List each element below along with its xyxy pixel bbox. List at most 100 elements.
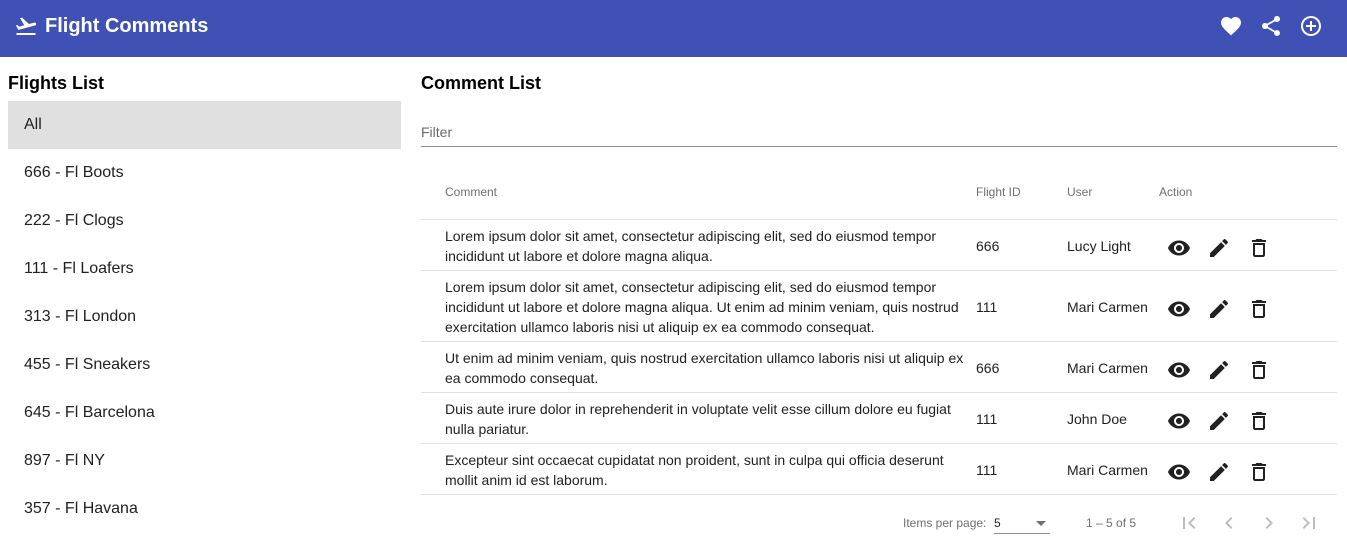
last-page-icon — [1302, 517, 1315, 529]
delete-icon — [1252, 238, 1266, 257]
table-row[interactable]: Excepteur sint occaecat cupidatat non pr… — [421, 444, 1337, 495]
flight-id-cell: 666 — [976, 237, 1000, 254]
flight-list-item[interactable]: 666 - Fl Boots — [8, 149, 401, 197]
comment-cell: Duis aute irure dolor in reprehenderit i… — [445, 399, 970, 439]
first-page-button[interactable] — [1177, 511, 1201, 535]
comment-line: Lorem ipsum dolor sit amet, consectetur … — [445, 278, 937, 295]
user-cell: John Doe — [1067, 410, 1127, 427]
add-circle-icon — [1301, 16, 1321, 36]
flight-id-cell: 111 — [976, 410, 998, 427]
delete-button[interactable] — [1247, 460, 1271, 484]
table-row[interactable]: Duis aute irure dolor in reprehenderit i… — [421, 393, 1337, 444]
next-page-button[interactable] — [1257, 511, 1281, 535]
user-cell: Mari Carmen — [1067, 461, 1148, 478]
filter-input[interactable] — [421, 117, 1337, 147]
table-row[interactable]: Lorem ipsum dolor sit amet, consectetur … — [421, 220, 1337, 271]
last-page-button[interactable] — [1297, 511, 1321, 535]
next-page-icon — [1265, 517, 1273, 529]
comment-cell: Excepteur sint occaecat cupidatat non pr… — [445, 450, 970, 490]
comments-table: Comment Flight ID User Action Lorem ipsu… — [421, 164, 1337, 495]
delete-icon — [1252, 299, 1266, 318]
table-row[interactable]: Ut enim ad minim veniam, quis nostrud ex… — [421, 342, 1337, 393]
visibility-icon — [1168, 464, 1190, 479]
page-range-label: 1 – 5 of 5 — [1086, 516, 1137, 530]
view-button[interactable] — [1167, 358, 1191, 382]
view-button[interactable] — [1167, 460, 1191, 484]
column-header-action: Action — [1159, 185, 1193, 199]
flight-id-cell: 666 — [976, 359, 1000, 376]
visibility-icon — [1168, 362, 1190, 377]
comment-line: incididunt ut labore et dolore magna ali… — [445, 247, 713, 264]
edit-button[interactable] — [1207, 460, 1231, 484]
view-button[interactable] — [1167, 236, 1191, 260]
add-button[interactable] — [1299, 14, 1323, 38]
delete-icon — [1252, 411, 1266, 430]
visibility-icon — [1168, 413, 1190, 428]
edit-icon — [1210, 462, 1229, 481]
delete-button[interactable] — [1247, 236, 1271, 260]
comment-cell: Lorem ipsum dolor sit amet, consectetur … — [445, 226, 970, 266]
edit-icon — [1210, 238, 1229, 257]
comment-line: exercitation ullamco laboris nisi ut ali… — [445, 318, 875, 335]
comment-line: ea commodo consequat. — [445, 369, 599, 386]
column-header-flight-id[interactable]: Flight ID — [976, 185, 1021, 199]
share-icon — [1262, 16, 1280, 36]
page-size-value: 5 — [994, 516, 1001, 530]
table-body: Lorem ipsum dolor sit amet, consectetur … — [421, 220, 1337, 495]
comment-cell: Ut enim ad minim veniam, quis nostrud ex… — [445, 348, 970, 388]
delete-button[interactable] — [1247, 358, 1271, 382]
comment-line: mollit anim id est laborum. — [445, 471, 608, 488]
comment-cell: Lorem ipsum dolor sit amet, consectetur … — [445, 277, 970, 337]
flight-list-item[interactable]: All — [8, 101, 401, 149]
table-row[interactable]: Lorem ipsum dolor sit amet, consectetur … — [421, 271, 1337, 342]
flight-id-cell: 111 — [976, 461, 998, 478]
dropdown-arrow-icon — [1036, 521, 1046, 526]
flight-list-item[interactable]: 645 - Fl Barcelona — [8, 389, 401, 437]
app-toolbar: Flight Comments — [0, 0, 1347, 57]
items-per-page-label: Items per page: — [903, 516, 987, 530]
comment-line: nulla pariatur. — [445, 420, 530, 437]
flight-list-item[interactable]: 111 - Fl Loafers — [8, 245, 401, 293]
favorite-icon — [1221, 17, 1241, 36]
comment-line: incididunt ut labore et dolore magna ali… — [445, 298, 959, 315]
view-button[interactable] — [1167, 409, 1191, 433]
flight-list-item[interactable]: 455 - Fl Sneakers — [8, 341, 401, 389]
flight-list-item[interactable]: 357 - Fl Havana — [8, 485, 401, 533]
delete-button[interactable] — [1247, 409, 1271, 433]
paginator: Items per page: 5 1 – 5 of 5 — [421, 496, 1337, 549]
flight-list-item[interactable]: 222 - Fl Clogs — [8, 197, 401, 245]
comment-line: Lorem ipsum dolor sit amet, consectetur … — [445, 227, 937, 244]
comment-line: Duis aute irure dolor in reprehenderit i… — [445, 400, 951, 417]
comment-line: Ut enim ad minim veniam, quis nostrud ex… — [445, 349, 964, 366]
comment-line: Excepteur sint occaecat cupidatat non pr… — [445, 451, 944, 468]
edit-icon — [1210, 411, 1229, 430]
table-header: Comment Flight ID User Action — [421, 164, 1337, 220]
edit-button[interactable] — [1207, 409, 1231, 433]
user-cell: Mari Carmen — [1067, 359, 1148, 376]
flight-list-item[interactable]: 897 - Fl NY — [8, 437, 401, 485]
flight-list-item[interactable]: 313 - Fl London — [8, 293, 401, 341]
flight-id-cell: 111 — [976, 298, 998, 315]
view-button[interactable] — [1167, 297, 1191, 321]
edit-icon — [1210, 299, 1229, 318]
previous-page-button[interactable] — [1217, 511, 1241, 535]
page-size-select[interactable]: 5 — [994, 510, 1050, 534]
user-cell: Lucy Light — [1067, 237, 1131, 254]
column-header-comment[interactable]: Comment — [445, 185, 497, 199]
favorite-button[interactable] — [1219, 14, 1243, 38]
delete-icon — [1252, 462, 1266, 481]
visibility-icon — [1168, 240, 1190, 255]
comment-list-heading: Comment List — [421, 73, 542, 93]
flights-list-heading: Flights List — [8, 73, 104, 93]
edit-button[interactable] — [1207, 236, 1231, 260]
column-header-user[interactable]: User — [1067, 185, 1092, 199]
edit-icon — [1210, 360, 1229, 379]
share-button[interactable] — [1259, 14, 1283, 38]
edit-button[interactable] — [1207, 358, 1231, 382]
edit-button[interactable] — [1207, 297, 1231, 321]
flight-takeoff-icon — [14, 14, 38, 38]
delete-icon — [1252, 360, 1266, 379]
user-cell: Mari Carmen — [1067, 298, 1148, 315]
visibility-icon — [1168, 301, 1190, 316]
delete-button[interactable] — [1247, 297, 1271, 321]
